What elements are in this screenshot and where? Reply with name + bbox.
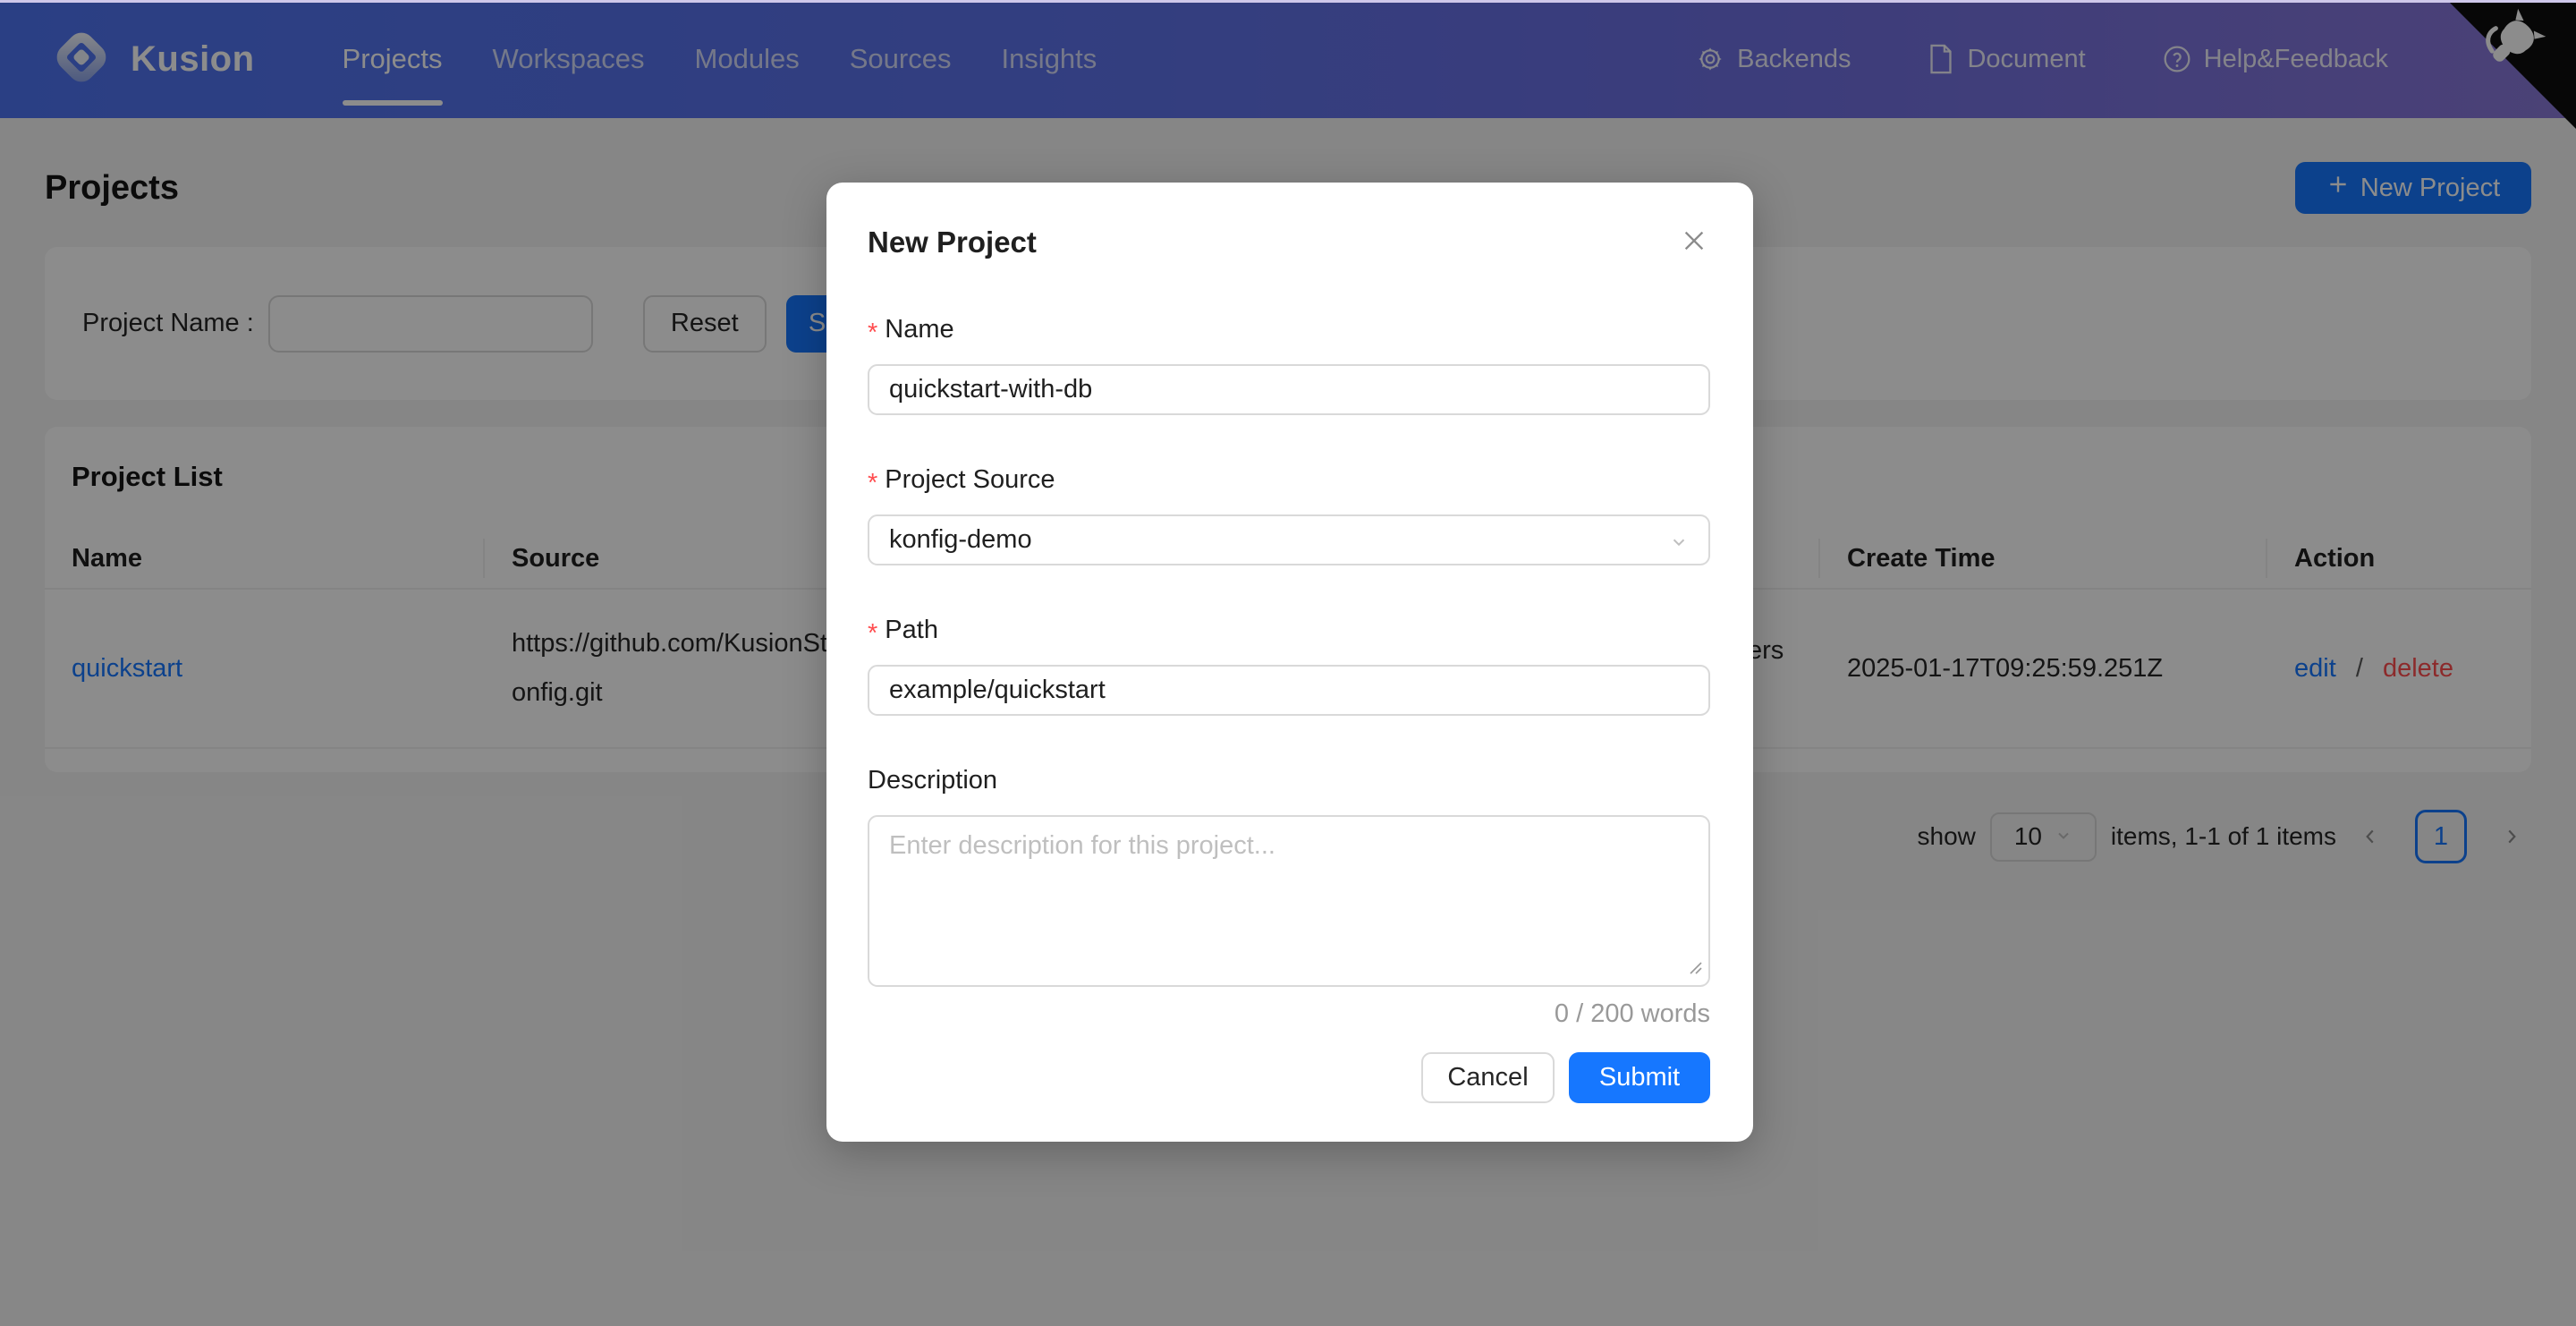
description-field-label: Description [868, 766, 997, 795]
name-field-label: Name [885, 315, 953, 344]
required-mark: * [868, 469, 877, 498]
app-canvas: Kusion Projects Workspaces Modules Sourc… [0, 0, 2576, 1326]
submit-button[interactable]: Submit [1569, 1052, 1710, 1103]
path-input[interactable] [868, 665, 1710, 716]
project-source-selected-value: konfig-demo [889, 525, 1032, 555]
window-top-edge [0, 0, 2576, 3]
project-source-field-label: Project Source [885, 465, 1055, 495]
description-textarea[interactable] [868, 815, 1710, 987]
chevron-down-icon [1669, 532, 1689, 552]
description-field: Description 0 / 200 words [868, 766, 1710, 1029]
close-icon [1680, 226, 1708, 258]
required-mark: * [868, 319, 877, 348]
name-field: * Name [868, 315, 1710, 415]
project-source-field: * Project Source konfig-demo [868, 465, 1710, 565]
required-mark: * [868, 619, 877, 649]
path-field-label: Path [885, 616, 938, 645]
new-project-modal: New Project * Name * Project Source [826, 183, 1753, 1142]
project-source-select[interactable]: konfig-demo [868, 514, 1710, 565]
modal-title: New Project [868, 225, 1710, 259]
name-input[interactable] [868, 364, 1710, 415]
cancel-button[interactable]: Cancel [1421, 1052, 1555, 1103]
word-counter: 0 / 200 words [868, 999, 1710, 1029]
modal-close-button[interactable] [1674, 222, 1714, 261]
path-field: * Path [868, 616, 1710, 716]
